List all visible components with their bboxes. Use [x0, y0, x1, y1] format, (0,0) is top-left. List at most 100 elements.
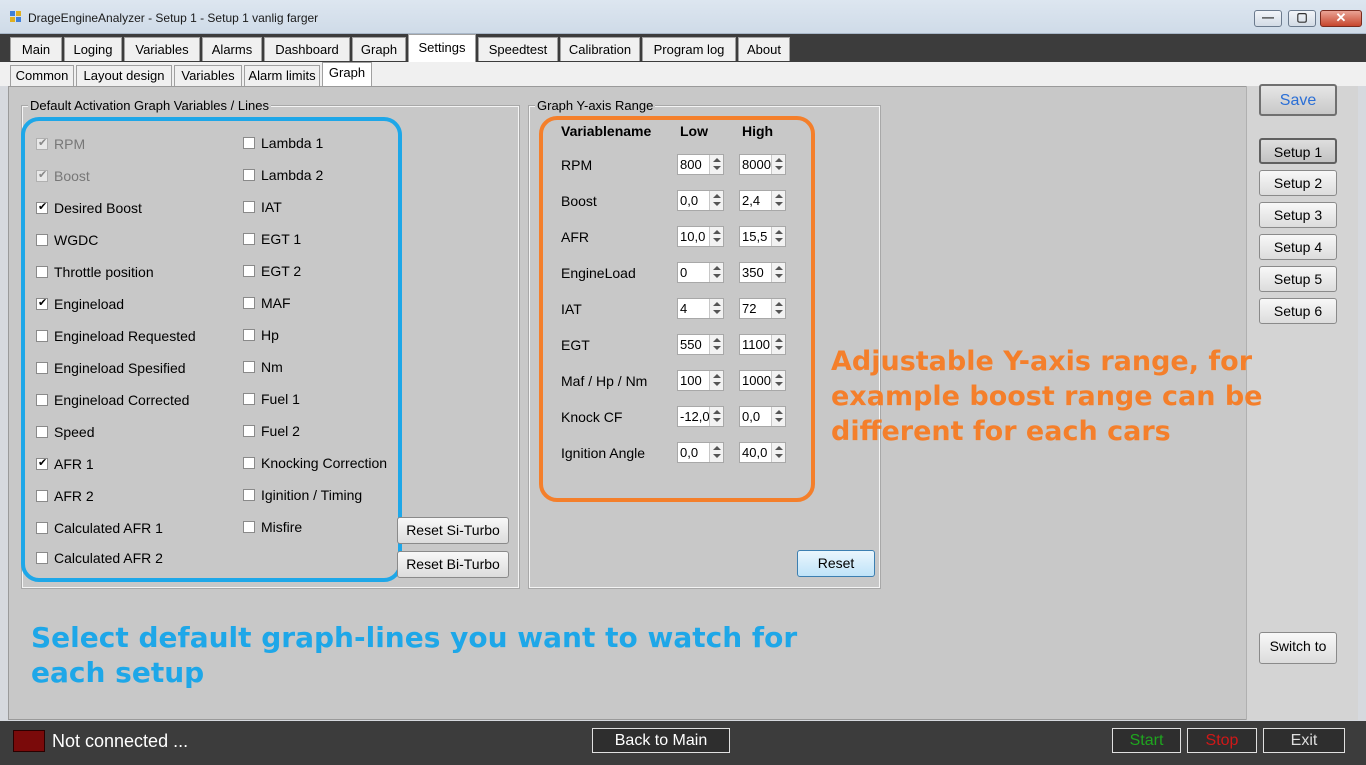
tab-settings[interactable]: Settings: [408, 34, 476, 62]
high-stepper-boost[interactable]: 2,4: [739, 190, 786, 211]
setup-2-button[interactable]: Setup 2: [1259, 170, 1337, 196]
spin-arrows-icon[interactable]: [771, 263, 785, 282]
setup-6-button[interactable]: Setup 6: [1259, 298, 1337, 324]
checkbox-label: EGT 2: [261, 263, 302, 279]
checkbox-box: [243, 425, 255, 437]
minimize-button[interactable]: —: [1254, 10, 1282, 27]
low-stepper-afr[interactable]: 10,0: [677, 226, 724, 247]
start-button[interactable]: Start: [1112, 728, 1181, 753]
checkbox-label: RPM: [54, 136, 86, 152]
reset-bi-turbo-button[interactable]: Reset Bi-Turbo: [397, 551, 509, 578]
yaxis-row-label: EngineLoad: [561, 265, 636, 281]
switch-to-button[interactable]: Switch to: [1259, 632, 1337, 664]
spin-arrows-icon[interactable]: [709, 227, 723, 246]
low-stepper-knock-cf[interactable]: -12,0: [677, 406, 724, 427]
spin-arrows-icon[interactable]: [709, 407, 723, 426]
exit-button[interactable]: Exit: [1263, 728, 1345, 753]
spin-arrows-icon[interactable]: [771, 371, 785, 390]
stepper-value: 100: [680, 373, 702, 388]
spin-arrows-icon[interactable]: [771, 443, 785, 462]
maximize-button[interactable]: ▢: [1288, 10, 1316, 27]
high-stepper-rpm[interactable]: 8000: [739, 154, 786, 175]
checkbox-label: Lambda 2: [261, 167, 324, 183]
tab-main[interactable]: Main: [10, 37, 62, 61]
yaxis-row-label: Maf / Hp / Nm: [561, 373, 648, 389]
spin-arrows-icon[interactable]: [771, 335, 785, 354]
tab-alarms[interactable]: Alarms: [202, 37, 262, 61]
checkbox-label: WGDC: [54, 232, 99, 248]
save-button[interactable]: Save: [1259, 84, 1337, 116]
checkbox-box: ✔: [36, 169, 48, 182]
spin-arrows-icon[interactable]: [709, 155, 723, 174]
checkbox-box: [36, 330, 48, 342]
tab-dashboard[interactable]: Dashboard: [264, 37, 350, 61]
stepper-value: 8000: [742, 157, 771, 172]
checkbox-label: EGT 1: [261, 231, 302, 247]
tab-speedtest[interactable]: Speedtest: [478, 37, 558, 61]
checkbox-label: Fuel 1: [261, 391, 300, 407]
stepper-value: 40,0: [742, 445, 768, 460]
checkbox-box: [243, 489, 255, 501]
low-stepper-ignition-angle[interactable]: 0,0: [677, 442, 724, 463]
high-stepper-iat[interactable]: 72: [739, 298, 786, 319]
close-button[interactable]: ✕: [1320, 10, 1362, 27]
checkbox-box: [243, 329, 255, 341]
spin-arrows-icon[interactable]: [771, 299, 785, 318]
tab-loging[interactable]: Loging: [64, 37, 122, 61]
tab-about[interactable]: About: [738, 37, 790, 61]
spin-arrows-icon[interactable]: [771, 155, 785, 174]
low-stepper-maf-hp-nm[interactable]: 100: [677, 370, 724, 391]
spin-arrows-icon[interactable]: [771, 191, 785, 210]
spin-arrows-icon[interactable]: [709, 191, 723, 210]
low-stepper-engineload[interactable]: 0: [677, 262, 724, 283]
low-stepper-boost[interactable]: 0,0: [677, 190, 724, 211]
connection-status-text: Not connected ...: [52, 731, 189, 751]
setup-3-button[interactable]: Setup 3: [1259, 202, 1337, 228]
annotation-line: different for each cars: [831, 416, 1171, 447]
checkbox-label: Engineload Spesified: [54, 360, 186, 376]
spin-arrows-icon[interactable]: [709, 443, 723, 462]
connection-status-led: [13, 730, 45, 752]
high-stepper-afr[interactable]: 15,5: [739, 226, 786, 247]
high-stepper-maf-hp-nm[interactable]: 1000: [739, 370, 786, 391]
checkbox-box: [243, 233, 255, 245]
yaxis-reset-button[interactable]: Reset: [797, 550, 875, 577]
subtab-alarm-limits[interactable]: Alarm limits: [244, 65, 320, 86]
subtab-layout-design[interactable]: Layout design: [76, 65, 172, 86]
subtab-variables[interactable]: Variables: [174, 65, 242, 86]
subtab-common[interactable]: Common: [10, 65, 74, 86]
tab-calibration[interactable]: Calibration: [560, 37, 640, 61]
spin-arrows-icon[interactable]: [709, 299, 723, 318]
reset-si-turbo-button[interactable]: Reset Si-Turbo: [397, 517, 509, 544]
tab-program-log[interactable]: Program log: [642, 37, 736, 61]
checkbox-box: [36, 522, 48, 534]
low-stepper-iat[interactable]: 4: [677, 298, 724, 319]
checkbox-label: Calculated AFR 2: [54, 550, 163, 566]
low-stepper-egt[interactable]: 550: [677, 334, 724, 355]
setup-1-button[interactable]: Setup 1: [1259, 138, 1337, 164]
yaxis-row-label: IAT: [561, 301, 582, 317]
setup-5-button[interactable]: Setup 5: [1259, 266, 1337, 292]
high-stepper-ignition-angle[interactable]: 40,0: [739, 442, 786, 463]
setup-4-button[interactable]: Setup 4: [1259, 234, 1337, 260]
checkbox-label: Throttle position: [54, 264, 154, 280]
check-icon: ✔: [38, 201, 48, 213]
low-stepper-rpm[interactable]: 800: [677, 154, 724, 175]
stop-button[interactable]: Stop: [1187, 728, 1257, 753]
tab-variables[interactable]: Variables: [124, 37, 200, 61]
spin-arrows-icon[interactable]: [709, 263, 723, 282]
column-header-high: High: [742, 123, 774, 139]
high-stepper-egt[interactable]: 1100: [739, 334, 786, 355]
spin-arrows-icon[interactable]: [771, 407, 785, 426]
subtab-graph[interactable]: Graph: [322, 62, 372, 87]
high-stepper-knock-cf[interactable]: 0,0: [739, 406, 786, 427]
high-stepper-engineload[interactable]: 350: [739, 262, 786, 283]
spin-arrows-icon[interactable]: [709, 371, 723, 390]
checkbox-box: ✔: [36, 297, 48, 310]
spin-arrows-icon[interactable]: [771, 227, 785, 246]
tab-graph[interactable]: Graph: [352, 37, 406, 61]
back-to-main-button[interactable]: Back to Main: [592, 728, 730, 753]
stepper-value: 1100: [742, 337, 770, 352]
spin-arrows-icon[interactable]: [709, 335, 723, 354]
checkbox-box: [36, 362, 48, 374]
